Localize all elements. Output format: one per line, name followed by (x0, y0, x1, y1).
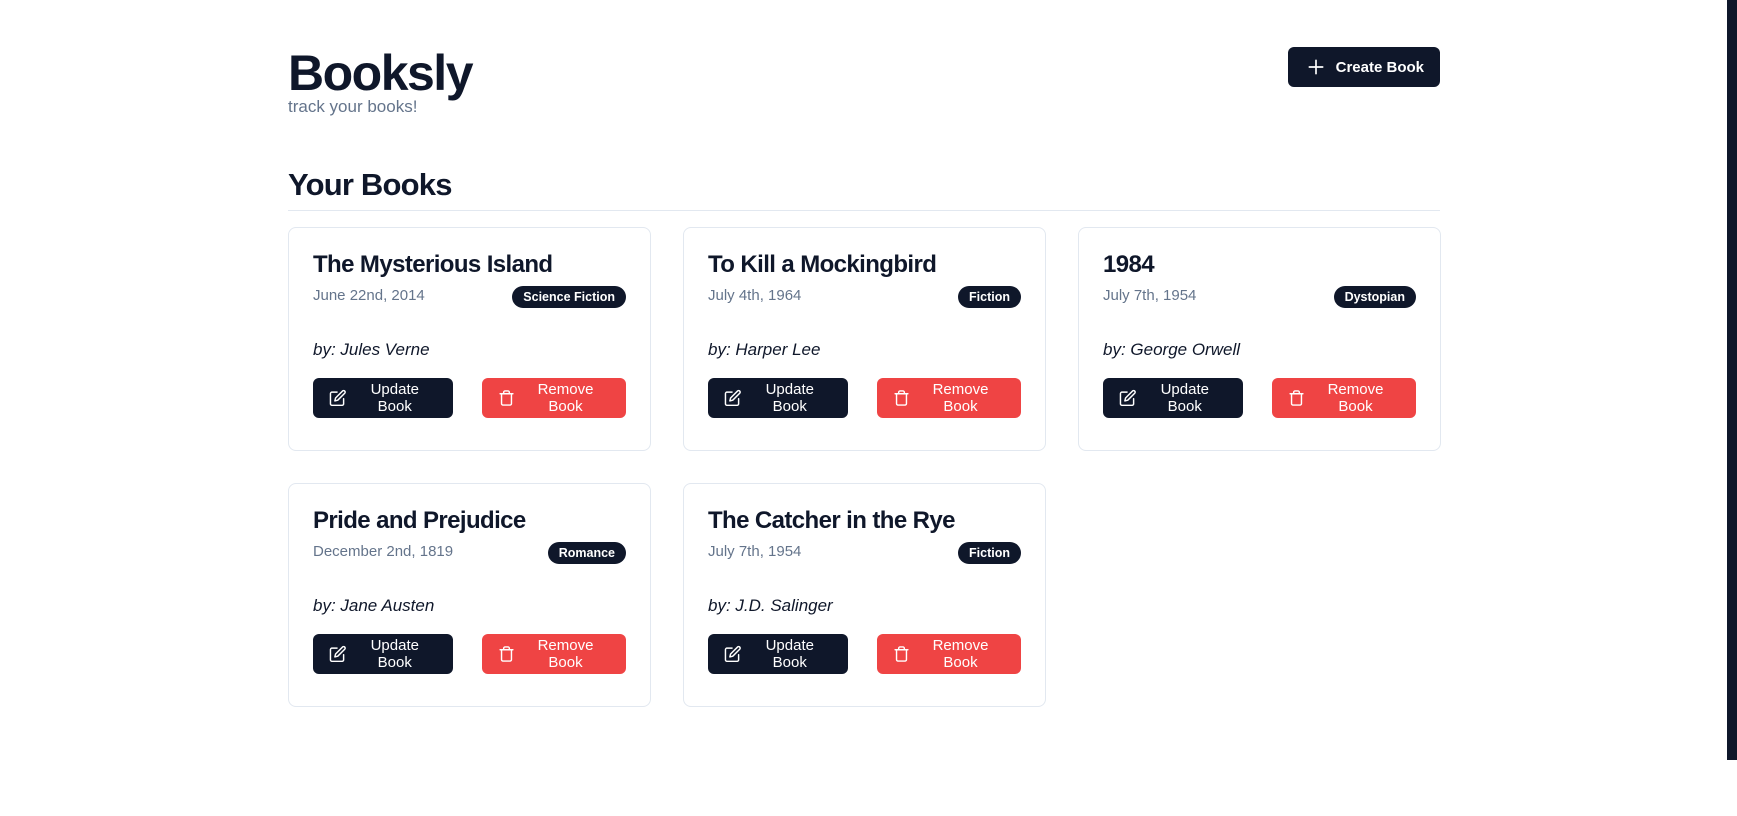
remove-book-button[interactable]: Remove Book (877, 634, 1021, 674)
book-card: The Catcher in the Rye July 7th, 1954 Fi… (683, 483, 1046, 707)
section-title: Your Books (288, 167, 452, 202)
book-card: To Kill a Mockingbird July 4th, 1964 Fic… (683, 227, 1046, 451)
remove-book-label: Remove Book (932, 637, 989, 671)
book-author: by: Harper Lee (708, 340, 821, 359)
edit-icon (724, 645, 741, 663)
book-title: To Kill a Mockingbird (708, 251, 937, 278)
section-divider (288, 210, 1440, 211)
trash-icon (499, 390, 514, 406)
book-title: Pride and Prejudice (313, 507, 526, 534)
book-card: The Mysterious Island June 22nd, 2014 Sc… (288, 227, 651, 451)
book-meta: July 7th, 1954 Dystopian (1103, 282, 1416, 308)
genre-badge: Fiction (958, 286, 1021, 308)
book-meta: July 7th, 1954 Fiction (708, 538, 1021, 564)
update-book-label: Update Book (370, 637, 419, 671)
edit-icon (724, 389, 741, 407)
book-date: July 4th, 1964 (708, 286, 802, 304)
update-book-label: Update Book (370, 381, 419, 415)
book-card: Pride and Prejudice December 2nd, 1819 R… (288, 483, 651, 707)
book-meta: December 2nd, 1819 Romance (313, 538, 626, 564)
book-title: 1984 (1103, 251, 1155, 278)
book-date: July 7th, 1954 (708, 542, 802, 560)
book-author: by: Jane Austen (313, 596, 435, 615)
trash-icon (894, 390, 909, 406)
remove-book-label: Remove Book (537, 381, 594, 415)
card-actions: Update Book Remove Book (313, 634, 626, 674)
card-actions: Update Book Remove Book (1103, 378, 1416, 418)
book-grid: The Mysterious Island June 22nd, 2014 Sc… (288, 227, 1441, 707)
book-title: The Catcher in the Rye (708, 507, 955, 534)
update-book-button[interactable]: Update Book (708, 378, 848, 418)
genre-badge: Dystopian (1333, 286, 1416, 308)
remove-book-label: Remove Book (1327, 381, 1384, 415)
trash-icon (894, 646, 909, 662)
update-book-label: Update Book (1160, 381, 1209, 415)
book-date: December 2nd, 1819 (313, 542, 454, 560)
trash-icon (1289, 390, 1304, 406)
update-book-button[interactable]: Update Book (313, 378, 453, 418)
card-actions: Update Book Remove Book (708, 378, 1021, 418)
genre-badge: Fiction (958, 542, 1021, 564)
book-meta: June 22nd, 2014 Science Fiction (313, 282, 626, 308)
remove-book-button[interactable]: Remove Book (482, 378, 626, 418)
update-book-button[interactable]: Update Book (1103, 378, 1243, 418)
edit-icon (329, 645, 346, 663)
window-edge-bar (1727, 0, 1737, 760)
trash-icon (499, 646, 514, 662)
update-book-label: Update Book (765, 637, 814, 671)
genre-badge: Romance (547, 542, 626, 564)
remove-book-label: Remove Book (537, 637, 594, 671)
card-actions: Update Book Remove Book (708, 634, 1021, 674)
create-book-label: Create Book (1335, 58, 1424, 76)
create-book-button[interactable]: Create Book (1287, 47, 1440, 87)
book-date: July 7th, 1954 (1103, 286, 1197, 304)
remove-book-button[interactable]: Remove Book (1272, 378, 1416, 418)
genre-badge: Science Fiction (512, 286, 626, 308)
book-card: 1984 July 7th, 1954 Dystopian by: George… (1078, 227, 1441, 451)
book-author: by: J.D. Salinger (708, 596, 833, 615)
card-actions: Update Book Remove Book (313, 378, 626, 418)
remove-book-label: Remove Book (932, 381, 989, 415)
app-title: Booksly (288, 45, 474, 101)
main-container: Booksly track your books! Create Book Yo… (288, 45, 1441, 707)
book-author: by: Jules Verne (313, 340, 430, 359)
update-book-button[interactable]: Update Book (708, 634, 848, 674)
update-book-button[interactable]: Update Book (313, 634, 453, 674)
remove-book-button[interactable]: Remove Book (877, 378, 1021, 418)
plus-icon (1308, 59, 1324, 75)
edit-icon (329, 389, 346, 407)
book-title: The Mysterious Island (313, 251, 553, 278)
page-header: Booksly track your books! Create Book (288, 45, 1440, 165)
book-author: by: George Orwell (1103, 340, 1240, 359)
update-book-label: Update Book (765, 381, 814, 415)
edit-icon (1119, 389, 1136, 407)
book-meta: July 4th, 1964 Fiction (708, 282, 1021, 308)
remove-book-button[interactable]: Remove Book (482, 634, 626, 674)
book-date: June 22nd, 2014 (313, 286, 425, 304)
